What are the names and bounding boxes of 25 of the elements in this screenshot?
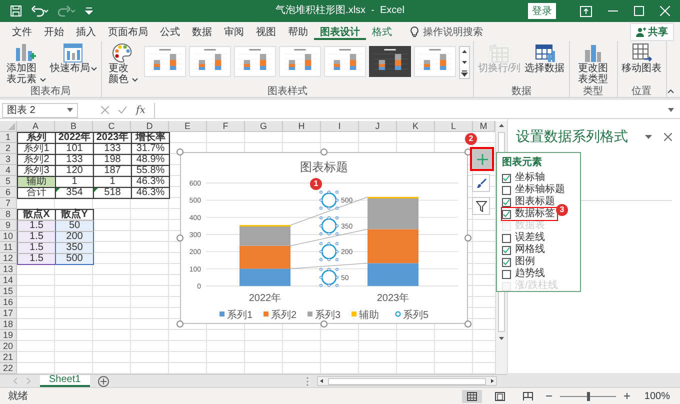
- table-cell: 46.3%: [131, 187, 170, 199]
- category-label: 2022年: [248, 293, 282, 304]
- table-cell: 518: [93, 187, 132, 199]
- group-label: 类型: [582, 86, 604, 97]
- table-cell: 350: [55, 242, 94, 254]
- table-cell: 50: [55, 220, 94, 232]
- legend-label: 辅助: [359, 309, 379, 321]
- pane-title: 设置数据系列格式: [516, 128, 629, 146]
- menu-title: 图表元素: [502, 157, 543, 169]
- group-label: 图表样式: [266, 86, 308, 97]
- window-title: 气泡堆积柱形图.xlsx - Excel: [276, 5, 404, 17]
- legend-label: 系列2: [271, 309, 297, 321]
- table-cell: 200: [55, 231, 94, 243]
- legend-label: 系列3: [315, 309, 341, 321]
- table-cell: 2023年: [93, 132, 132, 144]
- table-cell: 500: [55, 253, 94, 265]
- group-label: 图表布局: [29, 86, 72, 97]
- group-label: 数据: [510, 86, 532, 97]
- group-label: 位置: [630, 86, 653, 97]
- legend-label: 系列1: [227, 309, 253, 321]
- table-cell: 1.5: [17, 253, 56, 265]
- status-text: 就绪: [8, 390, 28, 402]
- table-cell: 2022年: [55, 132, 94, 144]
- table-cell: 354: [55, 187, 94, 199]
- category-label: 2023年: [376, 293, 410, 304]
